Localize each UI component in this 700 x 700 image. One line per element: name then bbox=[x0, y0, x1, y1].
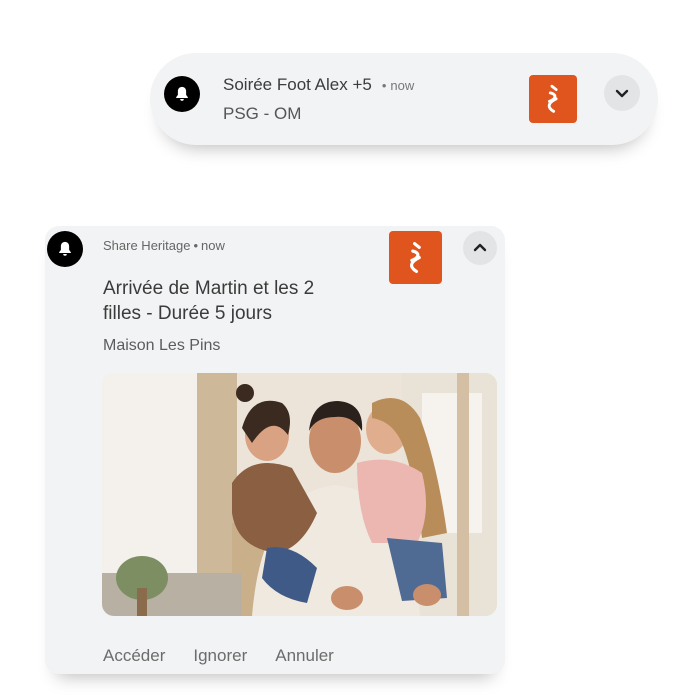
notification-time: now bbox=[201, 238, 225, 253]
notification-title: Soirée Foot Alex +5 bbox=[223, 75, 372, 94]
ignore-button[interactable]: Ignorer bbox=[193, 646, 247, 665]
notification-expanded[interactable]: Share Heritage • now Arrivée de Martin et … bbox=[45, 226, 505, 674]
app-logo-icon bbox=[529, 75, 577, 123]
app-name: Share Heritage bbox=[103, 238, 191, 253]
bell-icon bbox=[47, 231, 83, 267]
separator: • bbox=[381, 78, 387, 93]
notification-actions: Accéder Ignorer Annuler bbox=[103, 646, 362, 666]
chevron-up-icon[interactable] bbox=[463, 231, 497, 265]
app-logo-icon bbox=[389, 231, 442, 284]
notification-collapsed[interactable]: Soirée Foot Alex +5 • now PSG - OM bbox=[150, 53, 658, 145]
notification-title-row: Soirée Foot Alex +5 • now bbox=[223, 75, 414, 95]
notification-time: now bbox=[390, 78, 415, 93]
notification-image bbox=[102, 373, 497, 616]
notification-title: Arrivée de Martin et les 2 filles - Duré… bbox=[103, 278, 315, 324]
bell-icon bbox=[164, 76, 200, 112]
cancel-button[interactable]: Annuler bbox=[275, 646, 334, 665]
open-button[interactable]: Accéder bbox=[103, 646, 165, 665]
separator: • bbox=[193, 238, 199, 253]
notification-header: Share Heritage • now bbox=[103, 238, 225, 253]
notification-message: PSG - OM bbox=[223, 104, 302, 123]
notification-message: Maison Les Pins bbox=[103, 337, 221, 354]
chevron-down-icon[interactable] bbox=[604, 75, 640, 111]
